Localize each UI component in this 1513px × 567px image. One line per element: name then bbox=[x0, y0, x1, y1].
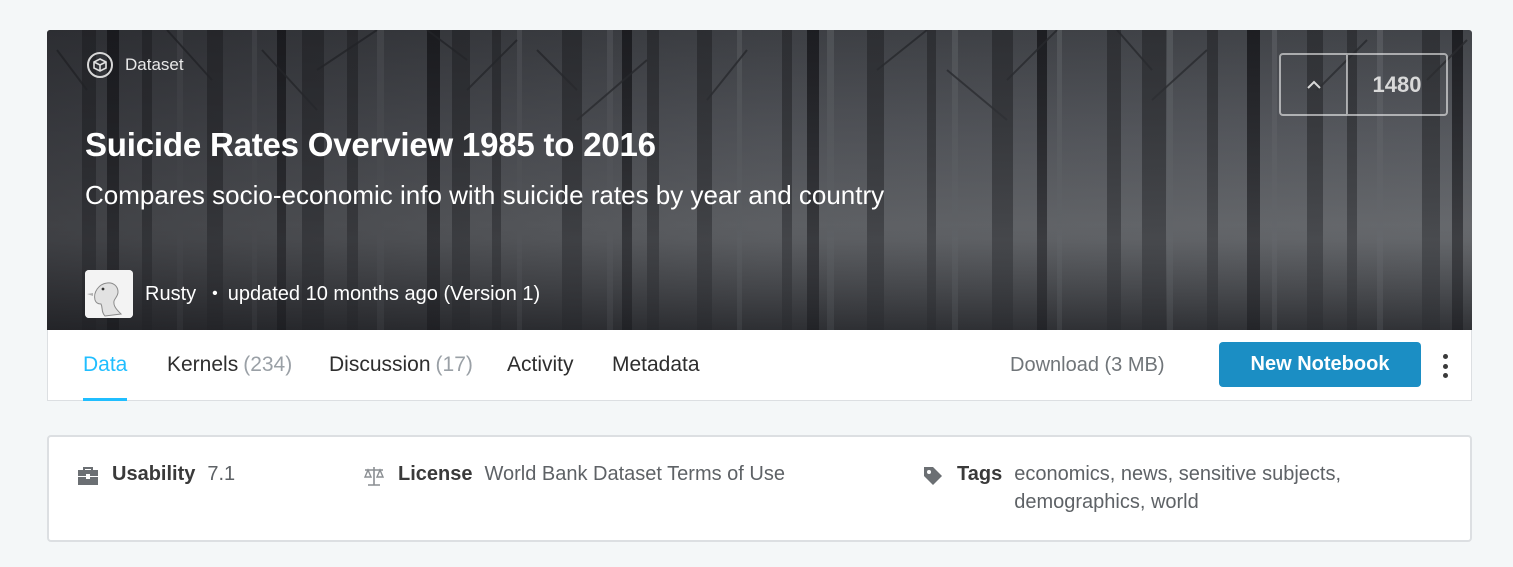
dataset-type-text: Dataset bbox=[125, 55, 184, 74]
separator-dot: • bbox=[212, 285, 218, 302]
vote-count: 1480 bbox=[1372, 71, 1422, 97]
license-label: License bbox=[398, 463, 473, 485]
tab-discussion[interactable]: Discussion (17) bbox=[329, 330, 473, 400]
chevron-up-icon bbox=[1306, 80, 1321, 89]
dataset-info-card: Usability 7.1 License World Bank Dataset… bbox=[47, 435, 1472, 542]
tab-bar: Data Kernels (234) Discussion (17) Activ… bbox=[47, 330, 1472, 401]
tab-data[interactable]: Data bbox=[83, 330, 128, 401]
updated-text: updated 10 months ago (Version 1) bbox=[227, 282, 541, 305]
tags-value[interactable]: economics, news, sensitive subjects, dem… bbox=[1014, 460, 1394, 516]
tab-label: Data bbox=[83, 353, 128, 376]
tab-kernels[interactable]: Kernels (234) bbox=[167, 330, 292, 400]
tab-count: (17) bbox=[435, 353, 473, 376]
vote-widget: 1480 bbox=[1279, 53, 1448, 116]
dataset-icon bbox=[87, 52, 113, 78]
usability-value: 7.1 bbox=[207, 463, 236, 485]
upvote-button[interactable] bbox=[1281, 55, 1348, 114]
dataset-header-banner: Dataset Suicide Rates Overview 1985 to 2… bbox=[47, 30, 1472, 330]
tags-label: Tags bbox=[957, 463, 1003, 485]
new-notebook-button[interactable]: New Notebook bbox=[1219, 342, 1421, 387]
tab-label: Metadata bbox=[612, 353, 700, 376]
dataset-type-label: Dataset bbox=[87, 52, 184, 78]
avatar[interactable] bbox=[85, 270, 133, 318]
tab-label: Discussion bbox=[329, 353, 431, 376]
usability-item: Usability 7.1 bbox=[76, 463, 235, 488]
tab-label: Kernels bbox=[167, 353, 239, 376]
owner-name[interactable]: Rusty bbox=[145, 283, 196, 306]
tab-activity[interactable]: Activity bbox=[507, 330, 574, 400]
license-item: License World Bank Dataset Terms of Use bbox=[362, 463, 785, 488]
download-link[interactable]: Download (3 MB) bbox=[1010, 330, 1165, 400]
toolbox-icon bbox=[78, 467, 98, 485]
vertical-dots-icon[interactable] bbox=[1436, 352, 1454, 380]
scales-icon bbox=[363, 467, 385, 486]
tab-count: (234) bbox=[243, 353, 293, 376]
owner-info: Rusty • updated 10 months ago (Version 1… bbox=[85, 270, 540, 318]
tag-icon bbox=[924, 467, 942, 485]
tab-label: Activity bbox=[507, 353, 574, 376]
license-value[interactable]: World Bank Dataset Terms of Use bbox=[484, 460, 785, 488]
dataset-title: Suicide Rates Overview 1985 to 2016 bbox=[85, 126, 656, 163]
tab-metadata[interactable]: Metadata bbox=[612, 330, 700, 400]
tags-item: Tags economics, news, sensitive subjects… bbox=[921, 463, 1394, 516]
usability-label: Usability bbox=[112, 463, 196, 485]
dataset-subtitle: Compares socio-economic info with suicid… bbox=[85, 180, 885, 210]
